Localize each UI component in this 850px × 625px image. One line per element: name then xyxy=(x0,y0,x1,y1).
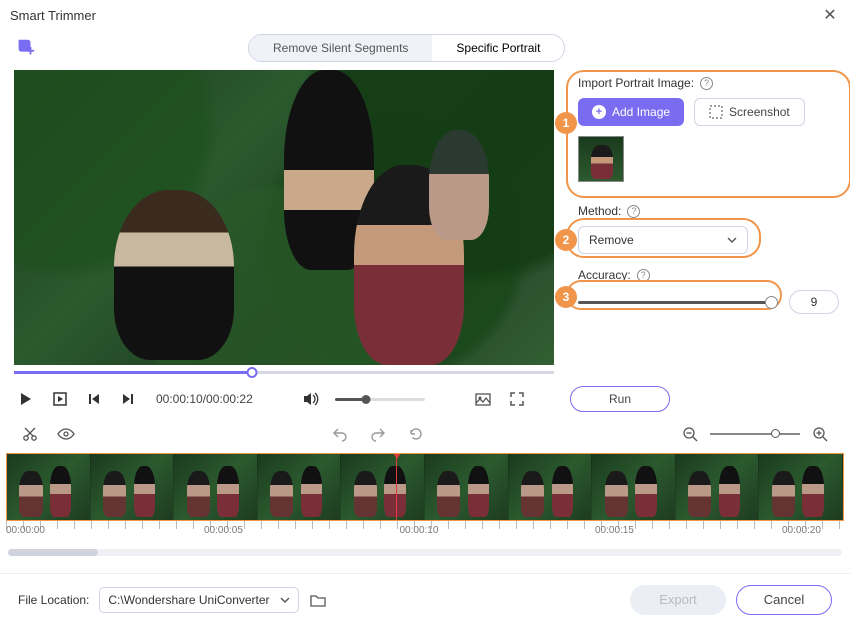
file-location-label: File Location: xyxy=(18,593,89,607)
window-title: Smart Trimmer xyxy=(10,8,820,23)
accuracy-value: 9 xyxy=(789,290,839,314)
timeline-wrap xyxy=(0,449,850,521)
preview-eye-icon[interactable] xyxy=(56,424,76,444)
video-preview[interactable] xyxy=(14,70,554,365)
timeline[interactable] xyxy=(6,453,844,521)
footer: File Location: C:\Wondershare UniConvert… xyxy=(0,573,850,625)
mode-tabs: Remove Silent Segments Specific Portrait xyxy=(248,34,565,62)
timecode-display: 00:00:10/00:00:22 xyxy=(156,392,253,406)
playback-controls: 00:00:10/00:00:22 xyxy=(14,379,554,419)
chevron-down-icon xyxy=(280,595,290,605)
export-button: Export xyxy=(630,585,726,615)
app-logo-icon xyxy=(14,37,36,59)
next-icon[interactable] xyxy=(118,389,138,409)
zoom-in-icon[interactable] xyxy=(810,424,830,444)
file-location-select[interactable]: C:\Wondershare UniConverter xyxy=(99,587,298,613)
close-icon[interactable]: ✕ xyxy=(820,5,840,25)
method-label: Method: xyxy=(578,204,621,218)
time-ruler: 00:00:00 00:00:05 00:00:10 00:00:15 00:0… xyxy=(0,521,850,543)
main-area: 00:00:10/00:00:22 1 2 3 Import Portrait … xyxy=(0,66,850,419)
step-frame-icon[interactable] xyxy=(50,389,70,409)
open-folder-icon[interactable] xyxy=(309,591,327,609)
help-icon[interactable]: ? xyxy=(627,205,640,218)
undo-icon[interactable] xyxy=(330,424,350,444)
run-button[interactable]: Run xyxy=(570,386,670,412)
top-row: Remove Silent Segments Specific Portrait xyxy=(0,30,850,66)
side-panel: 1 2 3 Import Portrait Image: ? + Add Ima… xyxy=(570,70,847,419)
snapshot-icon[interactable] xyxy=(473,389,493,409)
reset-icon[interactable] xyxy=(406,424,426,444)
volume-icon[interactable] xyxy=(301,389,321,409)
tick-label: 00:00:15 xyxy=(595,525,634,536)
annotation-badge-2: 2 xyxy=(555,229,577,251)
seek-bar[interactable] xyxy=(14,365,554,379)
cancel-button[interactable]: Cancel xyxy=(736,585,832,615)
annotation-badge-1: 1 xyxy=(555,112,577,134)
portrait-thumbnail[interactable] xyxy=(578,136,624,182)
playhead-line[interactable] xyxy=(396,454,398,521)
prev-icon[interactable] xyxy=(84,389,104,409)
tick-label: 00:00:00 xyxy=(6,525,45,536)
tick-label: 00:00:05 xyxy=(204,525,243,536)
tick-label: 00:00:20 xyxy=(782,525,821,536)
fullscreen-icon[interactable] xyxy=(507,389,527,409)
tick-label: 00:00:10 xyxy=(400,525,439,536)
volume-slider[interactable] xyxy=(335,398,425,401)
titlebar: Smart Trimmer ✕ xyxy=(0,0,850,30)
method-label-row: Method: ? xyxy=(578,204,839,218)
tab-specific-portrait[interactable]: Specific Portrait xyxy=(432,35,564,61)
timeline-scrollbar[interactable] xyxy=(8,549,842,556)
zoom-slider[interactable] xyxy=(710,433,800,435)
file-location-value: C:\Wondershare UniConverter xyxy=(108,593,269,607)
edit-tools-row xyxy=(0,419,850,449)
play-icon[interactable] xyxy=(16,389,36,409)
cut-icon[interactable] xyxy=(20,424,40,444)
zoom-out-icon[interactable] xyxy=(680,424,700,444)
accuracy-slider[interactable] xyxy=(578,301,773,304)
redo-icon[interactable] xyxy=(368,424,388,444)
video-column: 00:00:10/00:00:22 xyxy=(14,70,554,419)
tab-remove-silent[interactable]: Remove Silent Segments xyxy=(249,35,432,61)
annotation-badge-3: 3 xyxy=(555,286,577,308)
